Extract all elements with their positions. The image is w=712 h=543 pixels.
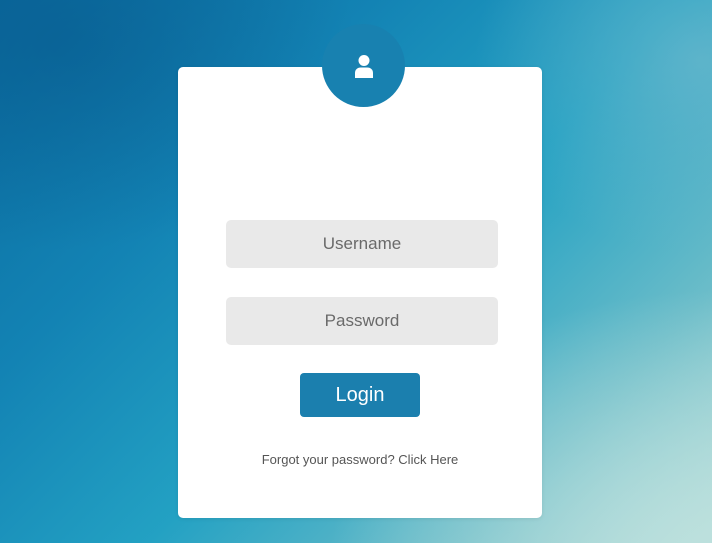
forgot-password-prompt: Forgot your password? xyxy=(261,452,395,467)
username-input[interactable] xyxy=(226,220,498,268)
login-button[interactable]: Login xyxy=(300,373,420,417)
forgot-password-text: Forgot your password? Click Here xyxy=(178,452,542,467)
password-input[interactable] xyxy=(226,297,498,345)
avatar xyxy=(322,24,405,107)
user-icon xyxy=(354,54,373,78)
forgot-password-link[interactable]: Click Here xyxy=(398,452,458,467)
login-card xyxy=(178,67,542,518)
